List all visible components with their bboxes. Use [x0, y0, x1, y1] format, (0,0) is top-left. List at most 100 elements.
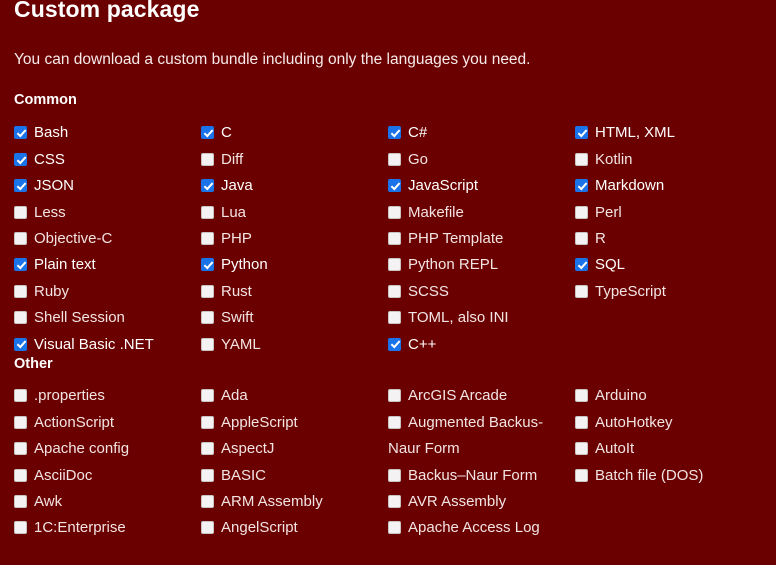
- checkbox-unchecked-icon[interactable]: [388, 521, 401, 535]
- language-checkbox-item[interactable]: AutoIt: [575, 436, 762, 462]
- checkbox-unchecked-icon[interactable]: [388, 205, 401, 219]
- language-checkbox-item[interactable]: Rust: [201, 279, 388, 305]
- checkbox-unchecked-icon[interactable]: [14, 284, 27, 298]
- language-checkbox-item[interactable]: Apache config: [14, 436, 201, 462]
- language-checkbox-item[interactable]: Awk: [14, 489, 201, 515]
- checkbox-unchecked-icon[interactable]: [201, 389, 214, 403]
- checkbox-unchecked-icon[interactable]: [575, 389, 588, 403]
- language-checkbox-item[interactable]: JSON: [14, 173, 201, 199]
- language-checkbox-item[interactable]: Plain text: [14, 252, 201, 278]
- language-checkbox-item[interactable]: AutoHotkey: [575, 410, 762, 436]
- language-checkbox-item[interactable]: Visual Basic .NET: [14, 332, 201, 358]
- language-checkbox-item[interactable]: Batch file (DOS): [575, 463, 762, 489]
- language-checkbox-item[interactable]: ARM Assembly: [201, 489, 388, 515]
- language-checkbox-item[interactable]: ArcGIS Arcade: [388, 383, 575, 409]
- checkbox-checked-icon[interactable]: [388, 126, 401, 140]
- language-checkbox-item[interactable]: AppleScript: [201, 410, 388, 436]
- language-checkbox-item[interactable]: R: [575, 226, 762, 252]
- checkbox-unchecked-icon[interactable]: [14, 521, 27, 535]
- checkbox-unchecked-icon[interactable]: [388, 284, 401, 298]
- language-checkbox-item[interactable]: Arduino: [575, 383, 762, 409]
- language-checkbox-item[interactable]: YAML: [201, 332, 388, 358]
- checkbox-unchecked-icon[interactable]: [575, 415, 588, 429]
- language-checkbox-item[interactable]: Java: [201, 173, 388, 199]
- checkbox-unchecked-icon[interactable]: [575, 442, 588, 456]
- checkbox-unchecked-icon[interactable]: [14, 205, 27, 219]
- checkbox-checked-icon[interactable]: [14, 337, 27, 351]
- checkbox-unchecked-icon[interactable]: [575, 152, 588, 166]
- checkbox-unchecked-icon[interactable]: [201, 232, 214, 246]
- checkbox-unchecked-icon[interactable]: [201, 311, 214, 325]
- language-checkbox-item[interactable]: Lua: [201, 200, 388, 226]
- language-checkbox-item[interactable]: TOML, also INI: [388, 305, 575, 331]
- checkbox-unchecked-icon[interactable]: [14, 311, 27, 325]
- checkbox-checked-icon[interactable]: [575, 126, 588, 140]
- checkbox-checked-icon[interactable]: [14, 258, 27, 272]
- language-checkbox-item[interactable]: PHP Template: [388, 226, 575, 252]
- checkbox-checked-icon[interactable]: [14, 126, 27, 140]
- checkbox-unchecked-icon[interactable]: [388, 232, 401, 246]
- checkbox-unchecked-icon[interactable]: [201, 337, 214, 351]
- checkbox-unchecked-icon[interactable]: [201, 205, 214, 219]
- language-checkbox-item[interactable]: JavaScript: [388, 173, 575, 199]
- language-checkbox-item[interactable]: .properties: [14, 383, 201, 409]
- checkbox-unchecked-icon[interactable]: [201, 152, 214, 166]
- language-checkbox-item[interactable]: Markdown: [575, 173, 762, 199]
- checkbox-unchecked-icon[interactable]: [14, 415, 27, 429]
- checkbox-unchecked-icon[interactable]: [201, 521, 214, 535]
- language-checkbox-item[interactable]: Augmented Backus-Naur Form: [388, 410, 575, 463]
- language-checkbox-item[interactable]: PHP: [201, 226, 388, 252]
- language-checkbox-item[interactable]: 1C:Enterprise: [14, 515, 201, 541]
- checkbox-unchecked-icon[interactable]: [201, 284, 214, 298]
- checkbox-unchecked-icon[interactable]: [388, 468, 401, 482]
- language-checkbox-item[interactable]: Bash: [14, 120, 201, 146]
- checkbox-checked-icon[interactable]: [14, 179, 27, 193]
- language-checkbox-item[interactable]: Go: [388, 147, 575, 173]
- language-checkbox-item[interactable]: SQL: [575, 252, 762, 278]
- checkbox-unchecked-icon[interactable]: [14, 495, 27, 509]
- language-checkbox-item[interactable]: Perl: [575, 200, 762, 226]
- checkbox-unchecked-icon[interactable]: [388, 258, 401, 272]
- checkbox-checked-icon[interactable]: [201, 126, 214, 140]
- checkbox-unchecked-icon[interactable]: [201, 495, 214, 509]
- checkbox-checked-icon[interactable]: [201, 179, 214, 193]
- checkbox-unchecked-icon[interactable]: [575, 232, 588, 246]
- checkbox-unchecked-icon[interactable]: [388, 415, 401, 429]
- language-checkbox-item[interactable]: HTML, XML: [575, 120, 762, 146]
- language-checkbox-item[interactable]: Shell Session: [14, 305, 201, 331]
- language-checkbox-item[interactable]: AsciiDoc: [14, 463, 201, 489]
- language-checkbox-item[interactable]: Swift: [201, 305, 388, 331]
- checkbox-checked-icon[interactable]: [575, 179, 588, 193]
- checkbox-checked-icon[interactable]: [14, 152, 27, 166]
- checkbox-unchecked-icon[interactable]: [388, 311, 401, 325]
- checkbox-unchecked-icon[interactable]: [575, 468, 588, 482]
- checkbox-unchecked-icon[interactable]: [201, 415, 214, 429]
- language-checkbox-item[interactable]: Python REPL: [388, 252, 575, 278]
- checkbox-unchecked-icon[interactable]: [575, 284, 588, 298]
- checkbox-unchecked-icon[interactable]: [14, 442, 27, 456]
- checkbox-checked-icon[interactable]: [388, 337, 401, 351]
- language-checkbox-item[interactable]: BASIC: [201, 463, 388, 489]
- checkbox-unchecked-icon[interactable]: [14, 468, 27, 482]
- checkbox-unchecked-icon[interactable]: [388, 389, 401, 403]
- language-checkbox-item[interactable]: CSS: [14, 147, 201, 173]
- language-checkbox-item[interactable]: Ruby: [14, 279, 201, 305]
- checkbox-unchecked-icon[interactable]: [201, 442, 214, 456]
- language-checkbox-item[interactable]: Apache Access Log: [388, 515, 575, 541]
- language-checkbox-item[interactable]: Objective-C: [14, 226, 201, 252]
- language-checkbox-item[interactable]: Ada: [201, 383, 388, 409]
- checkbox-checked-icon[interactable]: [575, 258, 588, 272]
- language-checkbox-item[interactable]: C++: [388, 332, 575, 358]
- language-checkbox-item[interactable]: Python: [201, 252, 388, 278]
- checkbox-checked-icon[interactable]: [201, 258, 214, 272]
- language-checkbox-item[interactable]: Makefile: [388, 200, 575, 226]
- checkbox-unchecked-icon[interactable]: [201, 468, 214, 482]
- language-checkbox-item[interactable]: AngelScript: [201, 515, 388, 541]
- language-checkbox-item[interactable]: TypeScript: [575, 279, 762, 305]
- checkbox-checked-icon[interactable]: [388, 179, 401, 193]
- checkbox-unchecked-icon[interactable]: [14, 389, 27, 403]
- checkbox-unchecked-icon[interactable]: [388, 152, 401, 166]
- language-checkbox-item[interactable]: Backus–Naur Form: [388, 463, 575, 489]
- language-checkbox-item[interactable]: AspectJ: [201, 436, 388, 462]
- language-checkbox-item[interactable]: C#: [388, 120, 575, 146]
